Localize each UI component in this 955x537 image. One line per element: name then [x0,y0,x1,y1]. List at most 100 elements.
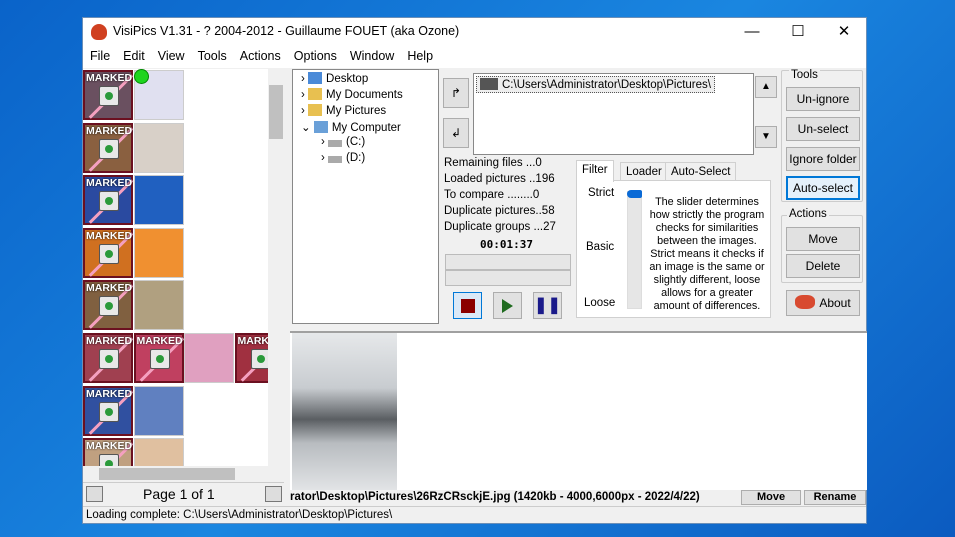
unselect-button[interactable]: Un-select [786,117,860,141]
basic-label: Basic [586,241,615,253]
tree-item-c-drive[interactable]: › (C:) [321,136,365,148]
maximize-button[interactable]: ☐ [775,18,821,46]
thumbnail-row: MARKED [83,437,268,466]
next-page-button[interactable] [265,486,282,502]
thumbnail-row: MARKEDMARKEDMARKED [83,332,268,384]
thumbnail[interactable]: MARKED [83,227,134,278]
move-button[interactable]: Move [786,227,860,251]
delete-button[interactable]: Delete [786,254,860,278]
status-bar: Loading complete: C:\Users\Administrator… [83,506,866,524]
app-fox-icon [91,24,107,40]
tree-item-desktop[interactable]: › Desktop [301,72,368,85]
stop-button[interactable] [453,292,482,319]
tools-title: Tools [789,69,820,81]
thumbnail-panel: MARKED MARKED MARKED MARKED MARKED MARKED MARK… [83,69,268,466]
menu-file[interactable]: File [83,46,116,63]
remaining-files: Remaining files ...0 [444,157,542,169]
thumbnail[interactable]: MARKED [83,70,134,120]
duplicate-groups: Duplicate groups ...27 [444,221,556,233]
page-bar: Page 1 of 1 [83,482,284,504]
tree-item-d-drive[interactable]: › (D:) [321,152,365,164]
thumbnail[interactable] [133,227,184,278]
title-bar: VisiPics V1.31 - ? 2004-2012 - Guillaume… [83,18,866,46]
tree-item-my-pictures[interactable]: › My Pictures [301,104,386,117]
menu-tools[interactable]: Tools [191,46,233,63]
file-info: rator\Desktop\Pictures\26RzCRsckjE.jpg (… [290,491,700,503]
auto-select-button[interactable]: Auto-select [786,176,860,200]
scroll-thumb[interactable] [269,85,283,139]
thumbnail[interactable] [133,280,184,331]
minimize-button[interactable]: — [729,18,775,46]
remove-folder-button[interactable]: ↲ [443,118,469,148]
thumbnail-horizontal-scrollbar[interactable] [83,466,268,482]
move-down-button[interactable]: ▼ [755,126,777,148]
thumbnail[interactable]: MARKED [83,385,134,436]
prev-page-button[interactable] [86,486,103,502]
tree-item-my-documents[interactable]: › My Documents [301,88,403,101]
marked-label: MARKED [86,440,133,453]
scroll-thumb[interactable] [99,468,235,480]
unignore-button[interactable]: Un-ignore [786,87,860,111]
thumbnail[interactable] [133,385,184,436]
about-button[interactable]: About [786,290,860,316]
menu-view[interactable]: View [151,46,191,63]
menu-help[interactable]: Help [400,46,439,63]
group-indicator-icon [134,69,149,84]
marked-label: MARKED [86,282,133,295]
move-up-button[interactable]: ▲ [755,76,777,98]
ignore-folder-button[interactable]: Ignore folder [786,147,860,171]
elapsed-timer: 00:01:37 [480,238,533,251]
fox-icon [795,295,816,309]
filter-description: The slider determines how strictly the p… [649,196,765,312]
thumbnail-vertical-scrollbar[interactable] [268,69,284,466]
thumbnail[interactable]: MARKED [83,280,134,331]
thumbnail[interactable] [133,122,184,173]
thumbnail[interactable]: MARKED [234,333,269,383]
folder-list[interactable]: C:\Users\Administrator\Desktop\Pictures\ [473,73,754,155]
marked-label: MARKED [136,335,183,347]
progress-bar-1 [445,254,571,270]
thumbnail[interactable] [184,333,234,383]
folder-list-item[interactable]: C:\Users\Administrator\Desktop\Pictures\ [476,76,715,93]
folder-icon [480,78,498,90]
thumbnail[interactable]: MARKED [83,175,134,226]
thumbnail-row: MARKED [83,385,268,437]
tab-loader[interactable]: Loader [620,162,668,182]
image-preview [290,331,867,490]
tab-auto-select[interactable]: Auto-Select [665,162,737,182]
thumbnail[interactable]: MARKED [83,333,134,383]
drive-icon [328,156,343,163]
menu-window[interactable]: Window [343,46,400,63]
menu-actions[interactable]: Actions [233,46,287,63]
window-title: VisiPics V1.31 - ? 2004-2012 - Guillaume… [113,24,460,38]
play-icon [502,299,513,313]
preview-move-button[interactable]: Move [741,490,801,505]
tab-filter[interactable]: Filter [576,160,614,182]
folder-icon [308,88,323,100]
thumbnail[interactable] [133,175,184,226]
thumbnail[interactable] [133,438,184,466]
recycle-bin-icon [99,349,119,369]
marked-label: MARKED [237,335,269,347]
recycle-bin-icon [99,296,119,317]
thumbnail[interactable]: MARKED [133,333,184,383]
recycle-bin-icon [99,191,119,212]
menu-edit[interactable]: Edit [116,46,151,63]
marked-label: MARKED [86,229,133,242]
strictness-slider[interactable] [627,190,642,309]
preview-rename-button[interactable]: Rename [804,490,866,505]
thumbnail[interactable]: MARKED [83,438,134,466]
add-folder-button[interactable]: ↱ [443,78,469,108]
close-button[interactable]: ✕ [821,18,867,46]
play-button[interactable] [493,292,522,319]
thumbnail-row: MARKED [83,279,268,331]
tree-item-my-computer[interactable]: ⌄ My Computer [301,120,401,134]
stop-icon [460,299,475,313]
menu-options[interactable]: Options [287,46,343,63]
slider-thumb[interactable] [627,190,642,198]
marked-label: MARKED [86,72,133,84]
recycle-bin-icon [250,349,268,369]
add-arrow-icon: ↱ [450,86,462,100]
pause-button[interactable]: ❚❚ [533,292,562,319]
thumbnail[interactable]: MARKED [83,122,134,173]
